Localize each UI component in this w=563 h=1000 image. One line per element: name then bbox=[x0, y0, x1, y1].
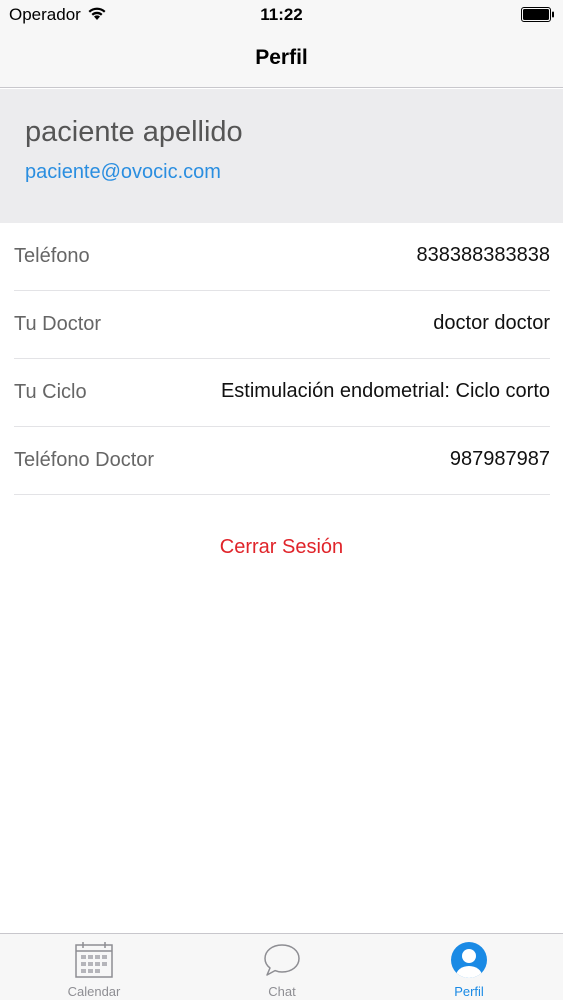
profile-icon bbox=[451, 942, 487, 978]
tab-label: Perfil bbox=[454, 984, 484, 999]
info-label: Teléfono Doctor bbox=[14, 449, 155, 471]
battery-icon bbox=[521, 7, 554, 22]
profile-name: paciente apellido bbox=[25, 116, 243, 148]
info-label: Tu Ciclo bbox=[14, 381, 87, 403]
profile-header: paciente apellido paciente@ovocic.com bbox=[0, 89, 563, 223]
calendar-icon bbox=[75, 942, 113, 978]
tab-bar: Calendar Chat Perfil bbox=[0, 933, 563, 1000]
page-title: Perfil bbox=[255, 46, 308, 69]
info-value: doctor doctor bbox=[433, 312, 550, 334]
tab-chat[interactable]: Chat bbox=[188, 934, 376, 1000]
info-label: Teléfono bbox=[14, 245, 90, 267]
logout-button[interactable]: Cerrar Sesión bbox=[0, 536, 563, 559]
tab-profile[interactable]: Perfil bbox=[375, 934, 563, 1000]
tab-label: Chat bbox=[268, 984, 296, 999]
info-row-cycle: Tu Ciclo Estimulación endometrial: Ciclo… bbox=[14, 359, 550, 427]
info-value: Estimulación endometrial: Ciclo corto bbox=[220, 380, 550, 402]
info-row-doctor-phone: Teléfono Doctor 987987987 bbox=[14, 427, 550, 495]
status-time: 11:22 bbox=[260, 5, 303, 24]
info-label: Tu Doctor bbox=[14, 313, 102, 335]
navigation-bar: Perfil bbox=[0, 30, 563, 88]
info-row-doctor: Tu Doctor doctor doctor bbox=[14, 291, 550, 359]
chat-bubble-icon bbox=[264, 944, 300, 976]
tab-calendar[interactable]: Calendar bbox=[0, 934, 188, 1000]
profile-info-list: Teléfono 838388383838 Tu Doctor doctor d… bbox=[0, 223, 563, 495]
info-value: 838388383838 bbox=[416, 244, 550, 266]
profile-email-link[interactable]: paciente@ovocic.com bbox=[25, 161, 221, 184]
info-row-phone: Teléfono 838388383838 bbox=[14, 223, 550, 291]
status-bar: Operador 11:22 bbox=[0, 0, 563, 30]
tab-label: Calendar bbox=[67, 984, 121, 999]
info-value: 987987987 bbox=[449, 448, 550, 470]
